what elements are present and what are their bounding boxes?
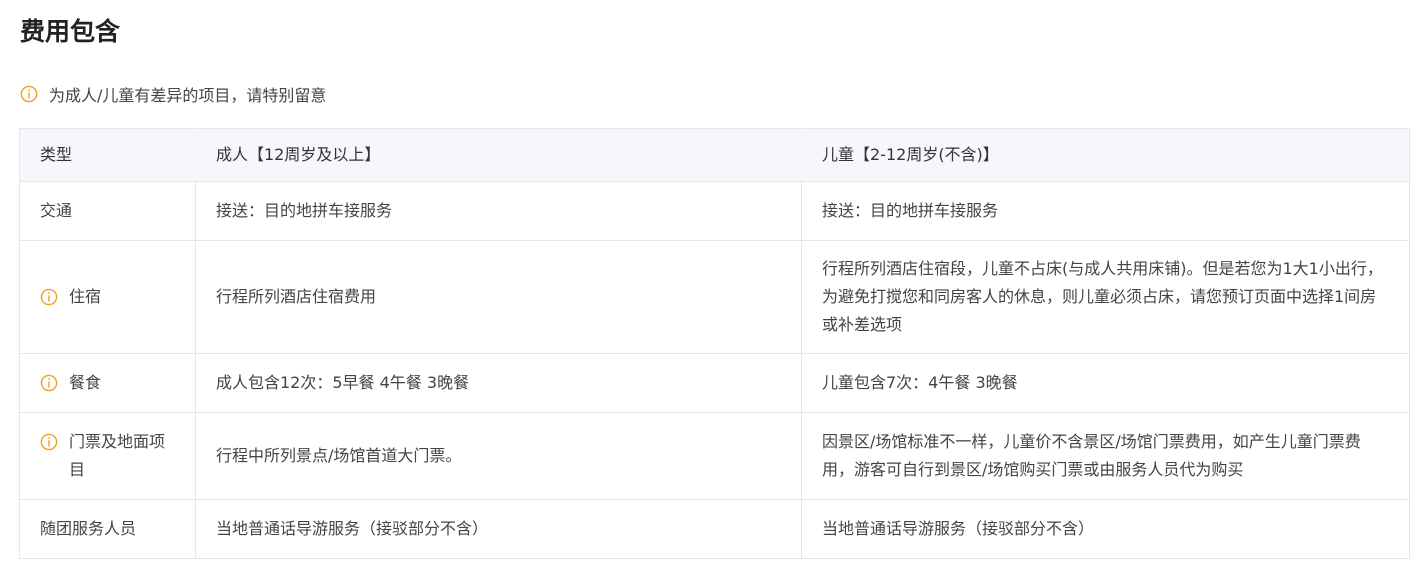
row-child-value: 行程所列酒店住宿段，儿童不占床(与成人共用床铺)。但是若您为1大1小出行，为避免… [801,240,1410,354]
table-row: 随团服务人员 当地普通话导游服务（接驳部分不含） 当地普通话导游服务（接驳部分不… [19,499,1410,559]
row-type-hotel: 住宿 [69,287,102,306]
info-icon[interactable] [40,288,58,306]
row-type-staff: 随团服务人员 [19,499,196,559]
row-adult-value: 行程所列酒店住宿费用 [195,240,802,354]
info-icon[interactable] [40,433,58,451]
table-row: 住宿 行程所列酒店住宿费用 行程所列酒店住宿段，儿童不占床(与成人共用床铺)。但… [19,240,1410,354]
row-type-meal: 餐食 [69,373,102,392]
header-type: 类型 [19,128,196,182]
row-adult-value: 行程中所列景点/场馆首道大门票。 [195,412,802,500]
row-type-cell: 餐食 [19,353,196,413]
header-child: 儿童【2-12周岁(不含)】 [801,128,1410,182]
row-child-value: 因景区/场馆标准不一样，儿童价不含景区/场馆门票费用，如产生儿童门票费用，游客可… [801,412,1410,500]
row-child-value: 儿童包含7次：4午餐 3晚餐 [801,353,1410,413]
section-title: 费用包含 [20,17,121,46]
row-type-cell: 门票及地面项目 [19,412,196,500]
difference-notice: 为成人/儿童有差异的项目，请特别留意 [20,82,326,106]
row-child-value: 接送：目的地拼车接服务 [801,181,1410,241]
notice-text: 为成人/儿童有差异的项目，请特别留意 [49,86,327,105]
row-adult-value: 接送：目的地拼车接服务 [195,181,802,241]
fee-inclusion-table: 类型 成人【12周岁及以上】 儿童【2-12周岁(不含)】 交通 接送：目的地拼… [19,128,1410,559]
info-icon[interactable] [40,374,58,392]
row-adult-value: 成人包含12次：5早餐 4午餐 3晚餐 [195,353,802,413]
info-icon [20,85,38,103]
row-type-transport: 交通 [19,181,196,241]
table-row: 门票及地面项目 行程中所列景点/场馆首道大门票。 因景区/场馆标准不一样，儿童价… [19,412,1410,500]
row-type-tickets: 门票及地面项目 [69,432,166,479]
row-adult-value: 当地普通话导游服务（接驳部分不含） [195,499,802,559]
table-header-row: 类型 成人【12周岁及以上】 儿童【2-12周岁(不含)】 [19,128,1410,182]
row-type-cell: 住宿 [19,240,196,354]
table-row: 交通 接送：目的地拼车接服务 接送：目的地拼车接服务 [19,181,1410,241]
header-adult: 成人【12周岁及以上】 [195,128,802,182]
row-child-value: 当地普通话导游服务（接驳部分不含） [801,499,1410,559]
table-row: 餐食 成人包含12次：5早餐 4午餐 3晚餐 儿童包含7次：4午餐 3晚餐 [19,353,1410,413]
